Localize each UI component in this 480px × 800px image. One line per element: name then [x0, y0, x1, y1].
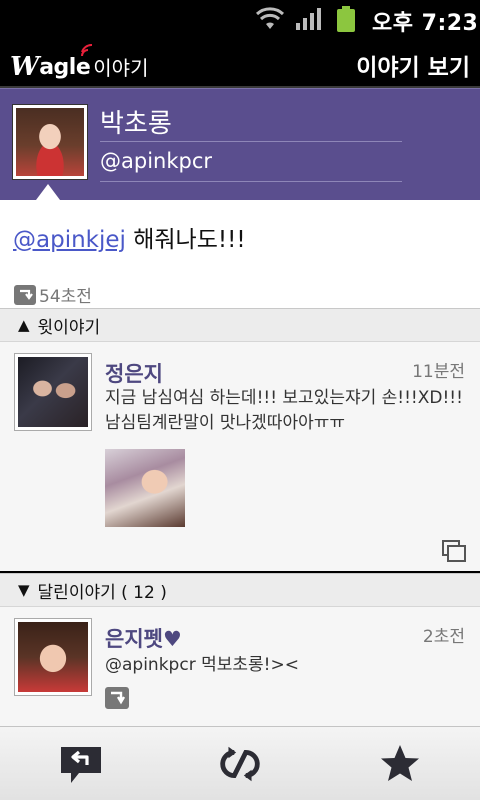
wagle-logo: W agle 이야기 [10, 44, 148, 80]
post-time: 2초전 [422, 627, 465, 647]
retweet-button[interactable] [215, 741, 265, 787]
list-item-parent[interactable]: 정은지 11분전 지금 남심여심 하는데!!! 보고있는쟈기 손!!!XD!!!… [0, 342, 480, 571]
tweet-mention-link[interactable]: @apinkjej [13, 227, 126, 253]
profile-handle: @apinkpcr [100, 149, 213, 173]
list-item-reply[interactable]: 은지펫♥ 2초전 @apinkpcr 먹보초롱!>< [0, 607, 480, 726]
author-name[interactable]: 은지펫♥ [105, 623, 182, 653]
tweet-text: @apinkjej 해줘나도!!! [13, 220, 246, 254]
bottom-action-bar [0, 726, 480, 800]
tweet-time: 54초전 [39, 287, 92, 307]
reply-icon [61, 747, 101, 783]
status-time: 오후 7:23 [372, 11, 479, 36]
app-bar: W agle 이야기 이야기 보기 [0, 38, 480, 88]
divider [100, 141, 402, 142]
main-tweet: @apinkjej 해줘나도!!! 54초전 [0, 200, 480, 308]
avatar[interactable] [15, 619, 91, 695]
attached-photo[interactable] [105, 449, 185, 527]
profile-name: 박초롱 [100, 109, 172, 139]
retweet-badge-icon [14, 284, 36, 305]
favorite-star-icon [381, 745, 419, 781]
triangle-up-icon: ▲ [18, 316, 30, 334]
section-label: 달린이야기 ( 12 ) [37, 582, 167, 603]
tweet-body: 해줘나도!!! [133, 227, 246, 253]
section-label: 윗이야기 [37, 317, 101, 338]
section-header-replies[interactable]: ▼ 달린이야기 ( 12 ) [0, 573, 480, 607]
retweet-badge-icon [105, 687, 129, 709]
post-text: 지금 남심여심 하는데!!! 보고있는쟈기 손!!!XD!!! 남심팀계란말이 … [105, 388, 463, 433]
profile-header[interactable]: 박초롱 @apinkpcr [0, 88, 480, 200]
post-time: 11분전 [412, 362, 465, 382]
wifi-icon [255, 7, 285, 29]
retweet-icon [220, 746, 260, 782]
section-header-parent[interactable]: ▲ 윗이야기 [0, 308, 480, 342]
favorite-button[interactable] [375, 741, 425, 787]
status-bar: 오후 7:23 [0, 0, 480, 38]
reply-button[interactable] [56, 741, 106, 787]
divider [100, 181, 402, 182]
post-text: @apinkpcr 먹보초롱!>< [105, 655, 299, 675]
signal-icon [296, 8, 321, 30]
page-title: 이야기 보기 [356, 55, 470, 81]
multi-image-icon[interactable] [442, 540, 466, 562]
logo-wave-icon [81, 44, 93, 57]
triangle-down-icon: ▼ [18, 581, 30, 599]
tweet-meta: 54초전 [14, 282, 92, 307]
author-name[interactable]: 정은지 [105, 358, 163, 388]
avatar[interactable] [15, 354, 91, 430]
speech-pointer [36, 184, 60, 200]
profile-avatar[interactable] [13, 105, 87, 179]
battery-icon [337, 6, 355, 32]
